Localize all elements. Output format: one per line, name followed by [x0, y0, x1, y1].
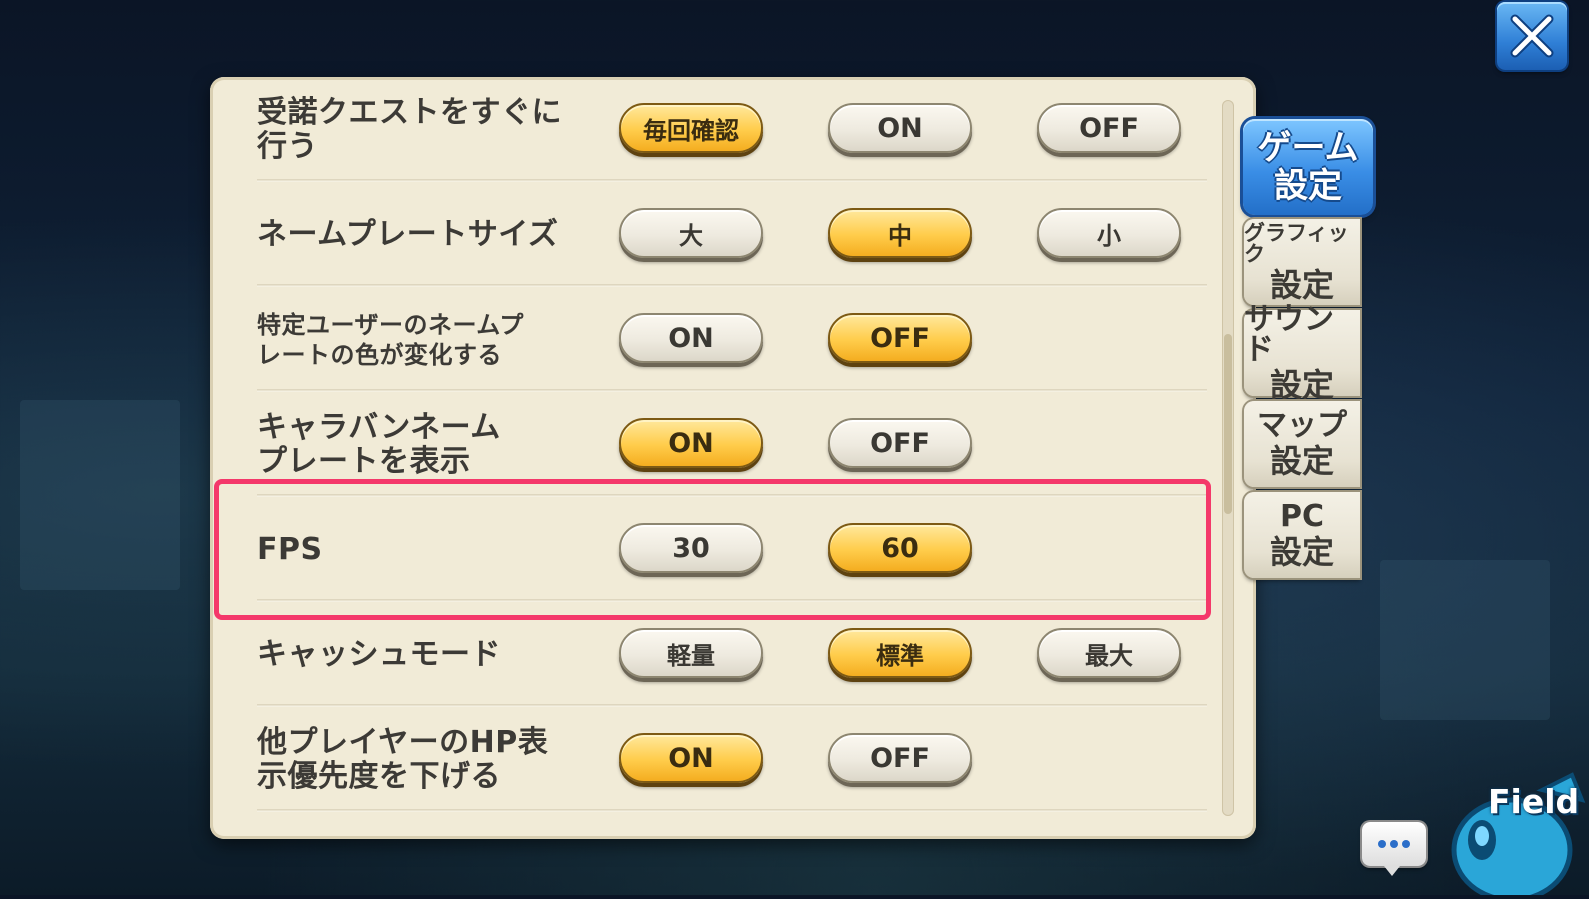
setting-label: ネームプレートサイズ [257, 216, 559, 252]
tab-sound-settings[interactable]: サウンド 設定 [1244, 305, 1360, 401]
field-label: Field [1488, 782, 1580, 821]
fps-highlight-box [214, 479, 1211, 620]
close-icon [1510, 14, 1554, 58]
close-button[interactable] [1497, 2, 1567, 70]
tab-map-settings[interactable]: マップ 設定 [1244, 401, 1360, 487]
chat-button[interactable] [1362, 822, 1426, 876]
option-label: ON [668, 322, 714, 354]
setting-label: 受諾クエストをすぐに 行う [257, 94, 562, 164]
tab-label-line2: 設定 [1274, 166, 1342, 206]
option-label: 毎回確認 [643, 116, 739, 145]
other-player-hp-option-button[interactable]: ON [619, 733, 763, 783]
accept-quest-option-button[interactable]: 毎回確認 [619, 103, 763, 153]
background-building [20, 400, 180, 590]
setting-row-user-nameplate-color: 特定ユーザーのネームプ レートの色が変化する ON OFF [257, 287, 1207, 392]
accept-quest-option-button[interactable]: OFF [1037, 103, 1181, 153]
other-player-hp-option-button[interactable]: OFF [828, 733, 972, 783]
option-label: OFF [870, 427, 930, 459]
tab-game-settings[interactable]: ゲーム 設定 [1243, 119, 1373, 215]
row-divider [257, 809, 1207, 812]
option-label: 軽量 [667, 641, 715, 670]
cache-mode-option-button[interactable]: 軽量 [619, 628, 763, 678]
nameplate-size-option-button[interactable]: 大 [619, 208, 763, 258]
option-label: ON [877, 112, 923, 144]
nameplate-size-option-button[interactable]: 小 [1037, 208, 1181, 258]
tab-label-line2: 設定 [1269, 442, 1334, 480]
user-nameplate-color-option-button[interactable]: ON [619, 313, 763, 363]
game-settings-panel[interactable]: 受諾クエストをすぐに 行う 毎回確認 ON OFF ネームプレートサイズ 大 中 小特定ユーザ… [210, 77, 1256, 839]
option-label: OFF [870, 322, 930, 354]
option-label: 最大 [1085, 641, 1133, 670]
tab-label-line1: グラフィック [1244, 221, 1349, 266]
cache-mode-option-button[interactable]: 最大 [1037, 628, 1181, 678]
option-label: 中 [888, 221, 912, 250]
option-label: ON [668, 427, 714, 459]
setting-label: 特定ユーザーのネームプ レートの色が変化する [257, 310, 524, 369]
tab-graphic-settings[interactable]: グラフィック 設定 [1244, 219, 1360, 305]
tab-label-line2: 設定 [1269, 266, 1334, 304]
tab-pc-settings[interactable]: PC 設定 [1244, 492, 1360, 578]
option-label: 小 [1097, 221, 1121, 250]
settings-scrollbar[interactable] [1222, 100, 1234, 816]
nameplate-size-option-button[interactable]: 中 [828, 208, 972, 258]
setting-row-accept-quest: 受諾クエストをすぐに 行う 毎回確認 ON OFF [257, 77, 1207, 182]
caravan-nameplate-option-button[interactable]: ON [619, 418, 763, 468]
setting-label: 他プレイヤーのHP表 示優先度を下げる [257, 724, 549, 794]
tab-label-line1: PC [1279, 499, 1324, 534]
option-label: OFF [870, 742, 930, 774]
tab-label-line1: サウンド [1244, 302, 1334, 367]
cache-mode-option-button[interactable]: 標準 [828, 628, 972, 678]
user-nameplate-color-option-button[interactable]: OFF [828, 313, 972, 363]
chat-bubble-icon [1378, 840, 1410, 848]
setting-row-other-player-hp: 他プレイヤーのHP表 示優先度を下げる ON OFF [257, 707, 1207, 812]
option-label: ON [668, 742, 714, 774]
option-label: 大 [679, 221, 703, 250]
setting-row-nameplate-size: ネームプレートサイズ 大 中 小 [257, 182, 1207, 287]
scroll-thumb[interactable] [1224, 334, 1232, 514]
accept-quest-option-button[interactable]: ON [828, 103, 972, 153]
tab-label-line1: マップ [1257, 408, 1347, 443]
tab-label-line1: ゲーム [1257, 128, 1359, 168]
tab-label-line2: 設定 [1269, 366, 1334, 404]
option-label: OFF [1079, 112, 1139, 144]
caravan-nameplate-option-button[interactable]: OFF [828, 418, 972, 468]
tab-label-line2: 設定 [1269, 533, 1334, 571]
background-building [1380, 560, 1550, 720]
option-label: 標準 [876, 641, 924, 670]
